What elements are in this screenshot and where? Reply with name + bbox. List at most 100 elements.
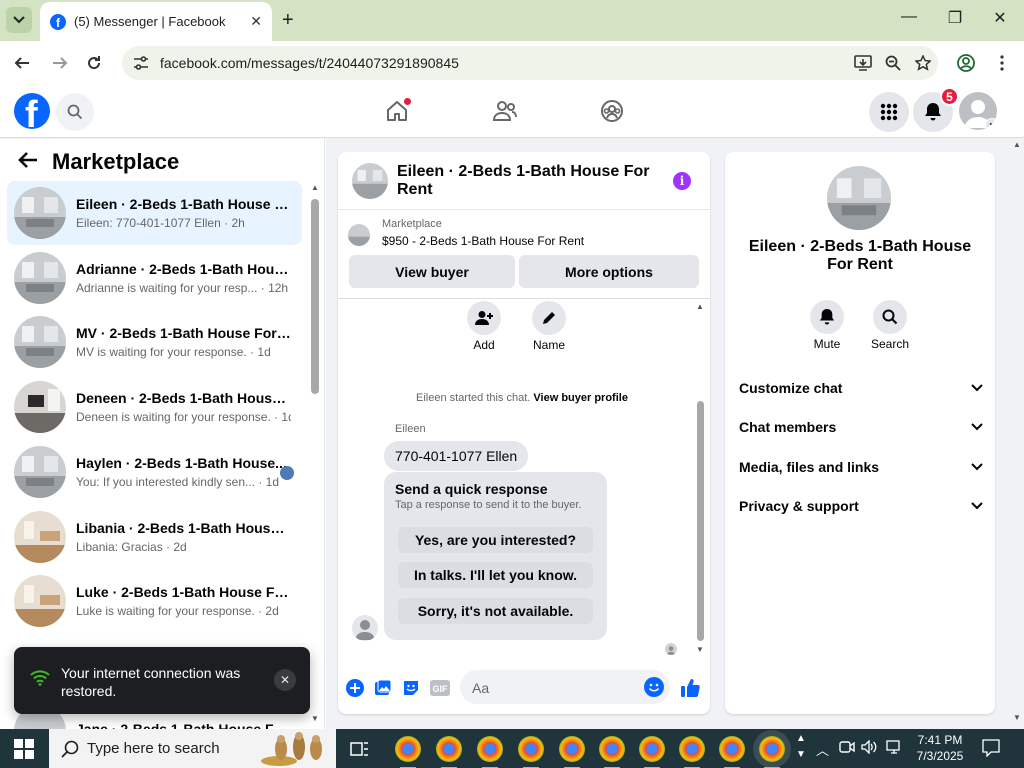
new-tab-button[interactable]: +	[282, 9, 294, 32]
volume-icon[interactable]	[861, 739, 877, 757]
conversation-item[interactable]: Eileen · 2-Beds 1-Bath House Fo... Eilee…	[7, 181, 302, 245]
friends-nav-button[interactable]	[475, 85, 535, 137]
quick-response-button[interactable]: Sorry, it's not available.	[398, 598, 593, 624]
facebook-favicon-icon: f	[50, 13, 66, 30]
browser-menu-icon[interactable]	[990, 51, 1014, 75]
conversation-item[interactable]: Luke · 2-Beds 1-Bath House For ... Luke …	[7, 569, 302, 633]
notification-center-icon[interactable]	[982, 739, 1000, 760]
taskbar-clock[interactable]: 7:41 PM 7/3/2025	[910, 732, 970, 764]
home-nav-button[interactable]	[367, 85, 427, 137]
attach-photo-icon[interactable]	[373, 678, 393, 698]
facebook-search-button[interactable]	[56, 93, 94, 131]
sticker-icon[interactable]	[401, 678, 421, 698]
chrome-app-icon[interactable]	[477, 736, 503, 768]
chrome-app-icon[interactable]	[518, 736, 544, 768]
add-people-button[interactable]	[467, 301, 501, 335]
conversation-name: Adrianne · 2-Beds 1-Bath House...	[76, 261, 291, 277]
groups-nav-button[interactable]	[582, 85, 642, 137]
info-icon[interactable]: i	[673, 171, 691, 190]
chrome-app-icon[interactable]	[679, 736, 705, 768]
profile-icon[interactable]	[954, 51, 978, 75]
thumbs-up-icon[interactable]	[679, 677, 701, 699]
sender-avatar[interactable]	[352, 615, 378, 641]
facebook-logo-icon[interactable]: f	[14, 93, 50, 129]
media-files-links-row[interactable]: Media, files and links	[739, 457, 983, 477]
windows-start-icon[interactable]	[14, 739, 34, 764]
toast-close-button[interactable]: ✕	[274, 669, 296, 691]
gif-icon[interactable]: GIF	[430, 678, 450, 698]
plus-actions-icon[interactable]	[345, 678, 365, 698]
conversation-item[interactable]: Adrianne · 2-Beds 1-Bath House... Adrian…	[7, 246, 302, 310]
chrome-app-icon[interactable]	[719, 736, 745, 768]
view-buyer-profile-link[interactable]: View buyer profile	[533, 392, 628, 404]
sidebar-scrollbar-thumb[interactable]	[311, 199, 319, 394]
seen-avatar	[280, 466, 294, 480]
conversation-item[interactable]: Libania · 2-Beds 1-Bath House F... Liban…	[7, 505, 302, 569]
chat-scroll-up[interactable]: ▲	[696, 302, 704, 311]
privacy-support-row[interactable]: Privacy & support	[739, 496, 983, 516]
chrome-app-icon[interactable]	[599, 736, 625, 768]
menu-grid-button[interactable]	[869, 92, 909, 132]
quick-response-button[interactable]: Yes, are you interested?	[398, 527, 593, 553]
meet-now-icon[interactable]	[839, 740, 855, 757]
bookmark-star-icon[interactable]	[908, 48, 938, 78]
back-button[interactable]	[10, 51, 34, 75]
sidebar-scroll-down[interactable]: ▼	[311, 714, 319, 723]
tab-search-button[interactable]	[6, 7, 32, 33]
conversation-item[interactable]: MV · 2-Beds 1-Bath House For R... MV is …	[7, 310, 302, 374]
chrome-app-icon[interactable]	[639, 736, 665, 768]
reload-button[interactable]	[82, 51, 106, 75]
taskbar-search-box[interactable]: Type here to search	[49, 729, 336, 768]
notifications-button[interactable]: 5	[913, 87, 959, 132]
forward-button[interactable]	[48, 51, 72, 75]
emoji-icon[interactable]	[644, 677, 664, 697]
section-label: Media, files and links	[739, 459, 880, 475]
maximize-button[interactable]: ❐	[940, 8, 970, 28]
message-input[interactable]: Aa	[460, 670, 670, 704]
name-chat-button[interactable]	[532, 301, 566, 335]
more-options-button[interactable]: More options	[519, 255, 699, 288]
info-listing-photo[interactable]	[827, 166, 891, 230]
chat-scrollbar-thumb[interactable]	[697, 401, 704, 641]
install-app-icon[interactable]	[848, 48, 878, 78]
chat-members-row[interactable]: Chat members	[739, 417, 983, 437]
quick-response-button[interactable]: In talks. I'll let you know.	[398, 562, 593, 588]
listing-summary[interactable]: Marketplace $950 - 2-Beds 1-Bath House F…	[348, 218, 584, 248]
friends-icon	[493, 101, 517, 121]
chat-title[interactable]: Eileen · 2-Beds 1-Bath House For Rent	[397, 163, 673, 199]
page-scroll-up[interactable]: ▲	[1013, 140, 1021, 149]
browser-tab-active[interactable]: f (5) Messenger | Facebook ✕	[40, 2, 272, 41]
chrome-app-icon[interactable]	[559, 736, 585, 768]
chrome-app-icon[interactable]	[759, 736, 785, 768]
chat-scroll-down[interactable]: ▼	[696, 645, 704, 654]
chat-listing-thumbnail[interactable]	[352, 162, 388, 199]
conversation-item[interactable]: Haylen · 2-Beds 1-Bath House... You: If …	[7, 440, 302, 504]
site-info-icon[interactable]	[132, 54, 150, 72]
conversation-preview: Libania: Gracias · 2d	[76, 540, 187, 554]
conversation-preview: Luke is waiting for your response. · 2d	[76, 604, 279, 618]
mute-button[interactable]	[810, 300, 844, 334]
back-arrow-icon[interactable]	[18, 149, 38, 175]
task-view-icon[interactable]	[350, 740, 370, 763]
view-buyer-button[interactable]: View buyer	[349, 255, 515, 288]
url-text: facebook.com/messages/t/2404407329189084…	[160, 55, 459, 71]
sidebar-scroll-up[interactable]: ▲	[311, 183, 319, 192]
conversation-item[interactable]: Deneen · 2-Beds 1-Bath House F... Deneen…	[7, 375, 302, 439]
show-hidden-icons-chevron-icon[interactable]: ︿	[816, 740, 829, 759]
customize-chat-row[interactable]: Customize chat	[739, 378, 983, 398]
browser-toolbar: facebook.com/messages/t/2404407329189084…	[0, 41, 1024, 85]
minimize-button[interactable]: —	[894, 8, 924, 26]
taskbar-scroll-arrows[interactable]: ▲ ▼	[796, 731, 806, 763]
address-bar[interactable]: facebook.com/messages/t/2404407329189084…	[122, 46, 938, 80]
search-icon	[882, 309, 898, 325]
window-close-button[interactable]: ✕	[985, 8, 1015, 28]
zoom-icon[interactable]	[878, 48, 908, 78]
divider	[338, 298, 710, 299]
account-avatar[interactable]: ▼	[959, 92, 997, 130]
network-icon[interactable]	[886, 740, 904, 757]
page-scroll-down[interactable]: ▼	[1013, 713, 1021, 722]
tab-close-icon[interactable]: ✕	[250, 13, 262, 30]
chrome-app-icon[interactable]	[436, 736, 462, 768]
chrome-app-icon[interactable]	[395, 736, 421, 768]
search-in-conversation-button[interactable]	[873, 300, 907, 334]
